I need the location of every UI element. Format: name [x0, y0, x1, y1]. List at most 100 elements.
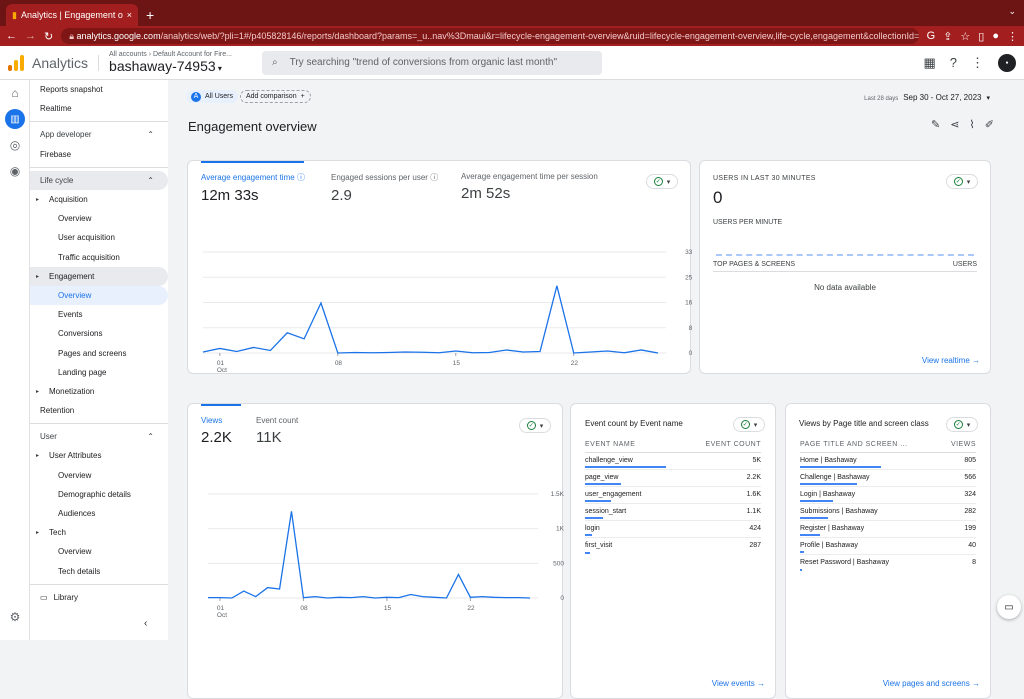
help-icon[interactable]: ? [950, 55, 957, 70]
profile-icon[interactable]: ● [992, 30, 999, 42]
realtime-card: USERS IN LAST 30 MINUTES 0 ✓▾ USERS PER … [699, 160, 991, 374]
comparison-status-button[interactable]: ✓▾ [646, 174, 678, 189]
sidebar-item[interactable]: Overview [30, 286, 168, 305]
metric-event-count[interactable]: Event count11K [256, 416, 298, 446]
browser-tab[interactable]: ▮Analytics | Engagement overview× [6, 4, 138, 26]
forward-icon[interactable]: → [25, 30, 36, 42]
sidebar-item[interactable]: Demographic details [30, 485, 168, 504]
table-row[interactable]: Register | Bashaway199 [800, 521, 976, 538]
sidebar-item[interactable]: Audiences [30, 504, 168, 523]
table-row[interactable]: user_engagement1.6K [585, 487, 761, 504]
table-row[interactable]: Reset Password | Bashaway8 [800, 555, 976, 572]
sidebar-item[interactable]: Pages and screens [30, 343, 168, 362]
close-tab-icon[interactable]: × [127, 10, 132, 20]
table-row[interactable]: session_start1.1K [585, 504, 761, 521]
share-icon[interactable]: ⋖ [950, 118, 959, 131]
comparison-status-button[interactable]: ✓▾ [946, 174, 978, 189]
table-row[interactable]: Profile | Bashaway40 [800, 538, 976, 555]
metric-avg-engagement-time[interactable]: Average engagement time ⓘ12m 33s [201, 172, 331, 204]
view-pages-link[interactable]: View pages and screens → [883, 679, 980, 688]
row-bar [585, 517, 603, 519]
table-row[interactable]: Challenge | Bashaway566 [800, 470, 976, 487]
tab-list-chevron-icon[interactable]: ⌄ [1008, 6, 1016, 17]
y-tick-label: 500 [553, 560, 564, 567]
sidebar-item[interactable]: ▸User Attributes [30, 446, 168, 465]
view-events-link[interactable]: View events → [712, 679, 765, 688]
metric-engaged-sessions[interactable]: Engaged sessions per user ⓘ2.9 [331, 172, 461, 204]
google-icon[interactable]: G [927, 30, 936, 42]
url-field[interactable]: 🔒︎ analytics.google.com/analytics/web/?p… [61, 28, 918, 44]
table-row[interactable]: challenge_view5K [585, 453, 761, 470]
table-row[interactable]: login424 [585, 521, 761, 538]
customize-report-icon[interactable]: ✎ [931, 118, 940, 131]
menu-kebab-icon[interactable]: ⋮ [1007, 30, 1018, 43]
metric-avg-time-per-session[interactable]: Average engagement time per session2m 52… [461, 172, 598, 204]
advertising-icon[interactable]: ◉ [0, 158, 30, 184]
bookmark-star-icon[interactable]: ☆ [960, 30, 970, 43]
explore-icon[interactable]: ◎ [0, 132, 30, 158]
search-input[interactable]: ⌕Try searching "trend of conversions fro… [262, 51, 602, 75]
home-icon[interactable]: ⌂ [0, 80, 30, 106]
sidebar-item[interactable]: ▸Monetization [30, 382, 168, 401]
segment-chip[interactable]: AAll Users [186, 90, 238, 103]
apps-grid-icon[interactable]: ▦ [923, 55, 935, 71]
reload-icon[interactable]: ↻ [44, 30, 53, 43]
table-row[interactable]: first_visit287 [585, 538, 761, 555]
sidebar-item[interactable]: Conversions [30, 324, 168, 343]
edit-icon[interactable]: ✐ [985, 118, 994, 131]
sidebar-item[interactable]: Overview [30, 209, 168, 228]
sidebar-item[interactable]: Events [30, 305, 168, 324]
table-row[interactable]: Home | Bashaway805 [800, 453, 976, 470]
expand-arrow-icon: ▸ [36, 529, 49, 536]
settings-gear-icon[interactable]: ⚙ [0, 604, 30, 630]
chevron-up-icon: ⌃ [147, 130, 154, 139]
sidebar-item[interactable]: ▭Library [30, 588, 168, 607]
browser-tab-bar: ▮Analytics | Engagement overview× + ⌄ [0, 0, 1024, 26]
view-realtime-link[interactable]: View realtime → [922, 356, 980, 365]
users-per-minute-bars [716, 254, 974, 256]
date-picker[interactable]: Last 28 daysSep 30 - Oct 27, 2023▾ [864, 93, 990, 102]
chevron-up-icon: ⌃ [147, 432, 154, 441]
sidebar-item[interactable]: ▸Engagement [30, 267, 168, 286]
sidebar-item[interactable]: Tech details [30, 562, 168, 581]
feedback-icon[interactable]: ▭ [997, 595, 1021, 619]
row-bar [800, 517, 828, 519]
series-line [203, 286, 658, 353]
collapse-sidebar-icon[interactable]: ‹ [144, 618, 147, 629]
sidebar-item[interactable]: App developer⌃ [30, 125, 168, 144]
dropdown-icon: ▾ [754, 421, 758, 429]
metric-views[interactable]: Views2.2K [201, 416, 256, 446]
sidebar-item[interactable]: ▸Acquisition [30, 190, 168, 209]
more-icon[interactable]: ⋮ [971, 55, 984, 71]
table-row[interactable]: page_view2.2K [585, 470, 761, 487]
comparison-status-button[interactable]: ✓▾ [519, 418, 551, 433]
back-icon[interactable]: ← [6, 30, 17, 42]
table-row[interactable]: Submissions | Bashaway282 [800, 504, 976, 521]
sidebar-item[interactable]: Retention [30, 401, 168, 420]
insights-icon[interactable]: ⌇ [969, 118, 974, 131]
sidebar-item[interactable]: Reports snapshot [30, 80, 168, 99]
sidebar-item[interactable]: Traffic acquisition [30, 248, 168, 267]
add-comparison-button[interactable]: Add comparison+ [240, 90, 311, 103]
sidebar-item[interactable]: User acquisition [30, 228, 168, 247]
account-picker[interactable]: All accounts › Default Account for Fire.… [109, 51, 232, 74]
comparison-status-button[interactable]: ✓▾ [733, 417, 765, 432]
reports-icon[interactable]: ▥ [0, 106, 30, 132]
new-tab-button[interactable]: + [146, 7, 154, 23]
sidebar-item[interactable]: Overview [30, 466, 168, 485]
sidebar-icon[interactable]: ▯ [978, 30, 984, 43]
table-row[interactable]: Login | Bashaway324 [800, 487, 976, 504]
sidebar-item[interactable]: Realtime [30, 99, 168, 118]
y-tick-label: 25m 00s [685, 274, 692, 281]
sidebar-item[interactable]: Overview [30, 542, 168, 561]
sidebar-item[interactable]: Life cycle⌃ [30, 171, 168, 190]
sidebar-item[interactable]: Firebase [30, 145, 168, 164]
comparison-status-button[interactable]: ✓▾ [946, 417, 978, 432]
x-tick-label: 01 [217, 360, 225, 367]
sidebar: Reports snapshotRealtime App developer⌃Fi… [30, 80, 168, 640]
sidebar-item[interactable]: ▸Tech [30, 523, 168, 542]
sidebar-item[interactable]: Landing page [30, 363, 168, 382]
share-icon[interactable]: ⇪ [943, 30, 952, 43]
avatar[interactable]: ● [998, 54, 1016, 72]
sidebar-item[interactable]: User⌃ [30, 427, 168, 446]
